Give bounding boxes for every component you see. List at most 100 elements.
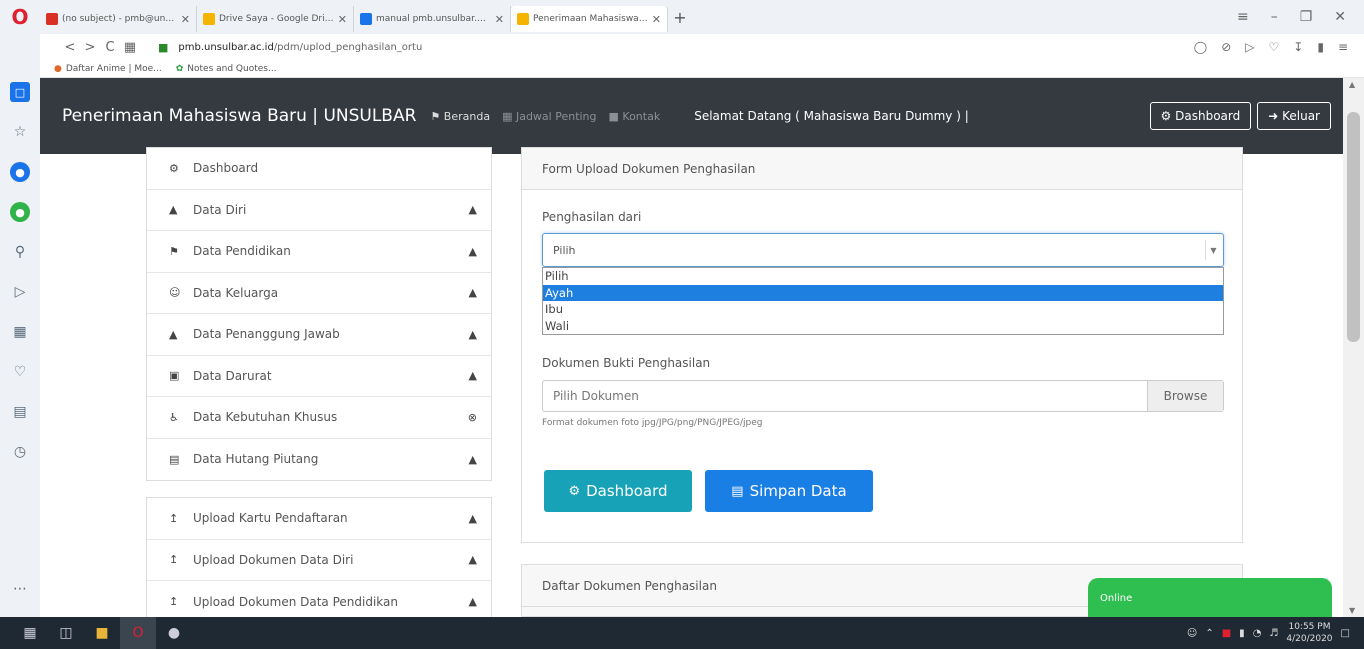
menu-item[interactable]: ▣ Data Darurat ▲: [147, 356, 491, 397]
page-scrollbar[interactable]: ▲ ▼: [1343, 78, 1364, 617]
header-buttons: ⚙ Dashboard ➜ Keluar: [1149, 102, 1331, 130]
battery-icon[interactable]: ▮: [1239, 628, 1245, 639]
antivirus-icon[interactable]: ■: [1222, 628, 1231, 639]
star-icon[interactable]: ☆: [10, 122, 30, 142]
nav-beranda[interactable]: ⚑ Beranda: [430, 110, 490, 123]
dropdown-option[interactable]: Ayah: [543, 284, 1223, 301]
opera-taskbar-icon[interactable]: O: [120, 617, 156, 649]
close-tab-icon[interactable]: ✕: [181, 13, 190, 26]
menu-item-label: Data Hutang Piutang: [193, 452, 319, 467]
menu-item[interactable]: ▤ Data Hutang Piutang ▲: [147, 439, 491, 481]
send-icon[interactable]: ▷: [10, 282, 30, 302]
upload-menu: ↥ Upload Kartu Pendaftaran ▲ ↥ Upload Dokume…: [146, 497, 492, 623]
menu-item-label: Upload Kartu Pendaftaran: [193, 511, 348, 526]
wifi-icon[interactable]: ◔: [1253, 628, 1262, 639]
volume-icon[interactable]: ♬: [1269, 628, 1278, 639]
menu-item[interactable]: ↥ Upload Dokumen Data Diri ▲: [147, 540, 491, 581]
nav-kontak[interactable]: ■ Kontak: [609, 110, 661, 123]
clock[interactable]: 10:55 PM 4/20/2020: [1286, 621, 1332, 645]
tab-label: manual pmb.unsulbar.ac.i: [376, 14, 491, 24]
button-label: Keluar: [1282, 109, 1320, 123]
logout-button[interactable]: ➜ Keluar: [1257, 102, 1331, 130]
tab-menu-icon[interactable]: ≡: [1237, 9, 1249, 25]
dropdown-option[interactable]: Ibu: [543, 301, 1223, 318]
app-icon[interactable]: ●: [156, 625, 192, 641]
close-tab-icon[interactable]: ✕: [338, 13, 347, 26]
bookmark-label: Daftar Anime | Moe...: [65, 63, 162, 74]
forward-icon[interactable]: >: [80, 40, 100, 55]
menu-item[interactable]: ▲ Data Diri ▲: [147, 190, 491, 231]
browse-button[interactable]: Browse: [1147, 381, 1223, 411]
bookmark-item[interactable]: ✿ Notes and Quotes...: [176, 64, 277, 74]
opera-icon[interactable]: O: [0, 0, 40, 34]
flow-icon[interactable]: ▷: [1245, 40, 1254, 54]
menu-item[interactable]: ↥ Upload Kartu Pendaftaran ▲: [147, 498, 491, 540]
task-view-icon[interactable]: ◫: [48, 625, 84, 641]
scroll-up-icon[interactable]: ▲: [1349, 80, 1355, 89]
browser-tab[interactable]: Penerimaan Mahasiswa Ba ✕: [511, 6, 668, 32]
browser-tab[interactable]: Drive Saya - Google Drive ✕: [197, 6, 354, 32]
browser-tab[interactable]: manual pmb.unsulbar.ac.i ✕: [354, 6, 511, 32]
adblock-icon[interactable]: ⊘: [1221, 40, 1231, 54]
new-tab-button[interactable]: +: [668, 8, 692, 27]
download-icon[interactable]: ↧: [1293, 40, 1303, 54]
close-tab-icon[interactable]: ✕: [652, 13, 661, 26]
menu-item[interactable]: ▲ Data Penanggung Jawab ▲: [147, 314, 491, 356]
messenger-icon[interactable]: ●: [10, 162, 30, 182]
scroll-down-icon[interactable]: ▼: [1349, 606, 1355, 615]
file-explorer-icon[interactable]: ■: [84, 625, 120, 641]
more-icon[interactable]: ⋯: [13, 581, 27, 597]
browser-tab[interactable]: (no subject) - pmb@unsul ✕: [40, 6, 197, 32]
leaf-icon: ✿: [175, 63, 184, 74]
tray-arrow-icon[interactable]: ⌃: [1205, 628, 1213, 639]
dropdown-option[interactable]: Pilih: [543, 268, 1223, 285]
windows-start-icon[interactable]: ▦: [12, 625, 48, 641]
minimize-button[interactable]: –: [1271, 9, 1278, 25]
menu-item-icon: ↥: [169, 595, 179, 609]
close-window-button[interactable]: ✕: [1334, 9, 1346, 25]
dropdown-option[interactable]: Wali: [543, 318, 1223, 335]
people-icon[interactable]: ☺: [1187, 628, 1197, 639]
heart-icon[interactable]: ♡: [10, 362, 30, 382]
restore-button[interactable]: ❐: [1300, 9, 1313, 25]
menu-item-icon: ▲: [169, 327, 178, 341]
close-tab-icon[interactable]: ✕: [495, 13, 504, 26]
notification-icon[interactable]: □: [1341, 628, 1350, 639]
news-icon[interactable]: ▤: [10, 402, 30, 422]
tab-label: (no subject) - pmb@unsul: [62, 14, 177, 24]
income-source-select[interactable]: Pilih ▼: [542, 233, 1224, 267]
chat-status: Online: [1100, 592, 1133, 604]
dashboard-button[interactable]: ⚙ Dashboard: [544, 470, 692, 512]
url-field[interactable]: pmb.unsulbar.ac.id/pdm/uplod_penghasilan…: [178, 42, 422, 53]
site-navbar: Penerimaan Mahasiswa Baru | UNSULBAR ⚑ B…: [40, 78, 1343, 154]
menu-icon[interactable]: ≡: [1338, 40, 1348, 54]
system-tray: ☺ ⌃ ■ ▮ ◔ ♬ 10:55 PM 4/20/2020 □: [1187, 621, 1364, 645]
history-icon[interactable]: ◷: [10, 442, 30, 462]
grid-icon[interactable]: ▦: [10, 322, 30, 342]
menu-item[interactable]: ⚑ Data Pendidikan ▲: [147, 231, 491, 273]
document-file-input[interactable]: Pilih Dokumen Browse: [542, 380, 1224, 412]
chat-widget[interactable]: Online: [1088, 578, 1332, 618]
select-value: Pilih: [553, 243, 576, 257]
battery-icon[interactable]: ▮: [1317, 40, 1324, 54]
menu-item[interactable]: ♿ Data Kebutuhan Khusus ⊗: [147, 397, 491, 439]
speed-dial-icon[interactable]: ▦: [120, 40, 140, 55]
header-dashboard-button[interactable]: ⚙ Dashboard: [1149, 102, 1252, 130]
search-icon[interactable]: ⚲: [10, 242, 30, 262]
back-icon[interactable]: <: [60, 40, 80, 55]
heart-icon[interactable]: ♡: [1269, 40, 1280, 54]
camera-icon[interactable]: ◯: [1194, 40, 1207, 54]
save-icon: ▤: [731, 483, 744, 499]
save-button[interactable]: ▤ Simpan Data: [705, 470, 873, 512]
nav-jadwal-penting[interactable]: ▦ Jadwal Penting: [502, 110, 596, 123]
home-icon[interactable]: □: [10, 82, 30, 102]
bookmark-item[interactable]: ● Daftar Anime | Moe...: [54, 64, 162, 74]
menu-item[interactable]: ⚙ Dashboard: [147, 148, 491, 190]
whatsapp-icon[interactable]: ●: [10, 202, 30, 222]
status-icon: ▲: [468, 327, 477, 341]
scroll-thumb[interactable]: [1347, 112, 1360, 342]
site-brand[interactable]: Penerimaan Mahasiswa Baru | UNSULBAR: [62, 106, 416, 126]
menu-item[interactable]: ☺ Data Keluarga ▲: [147, 273, 491, 314]
reload-icon[interactable]: C: [100, 40, 120, 55]
chevron-down-icon[interactable]: ▼: [1205, 240, 1221, 260]
